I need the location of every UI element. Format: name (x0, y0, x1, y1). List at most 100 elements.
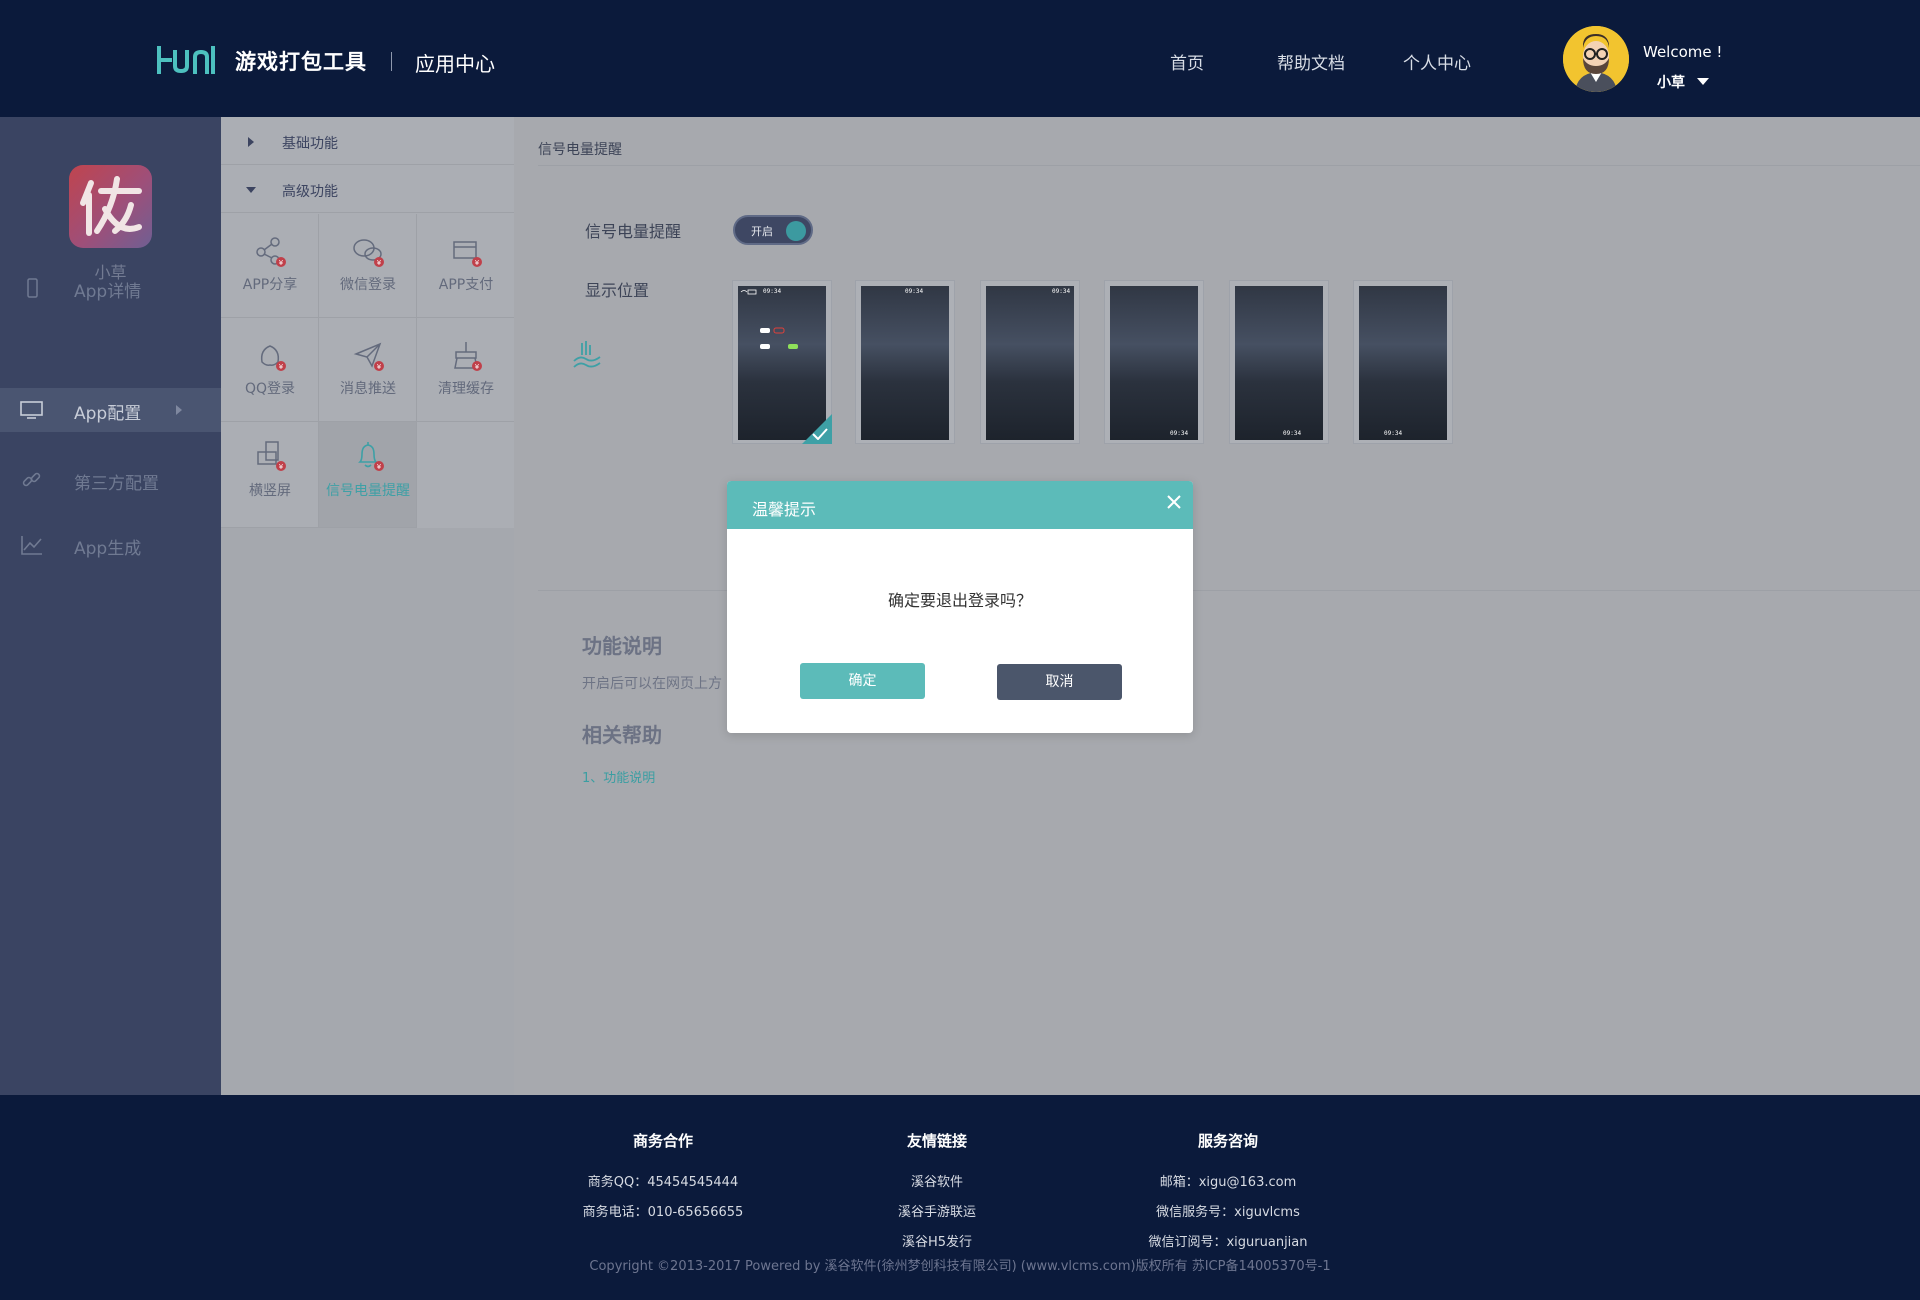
dialog-header: 温馨提示 (727, 481, 1193, 529)
feature-push[interactable]: ¥ 消息推送 (319, 318, 417, 422)
welcome-text: Welcome ! (1643, 43, 1723, 61)
sidebar-item-app-details[interactable]: App详情 (0, 266, 221, 310)
footer-heading: 友情链接 (906, 1132, 967, 1150)
send-icon: ¥ (353, 342, 384, 371)
avatar[interactable] (1563, 26, 1629, 92)
footer-heading: 服务咨询 (1197, 1132, 1258, 1150)
footer-text: 商务电话：010-65656655 (582, 1205, 744, 1220)
feature-label: 清理缓存 (438, 381, 494, 397)
footer-text: 微信订阅号：xiguruanjian (1148, 1235, 1308, 1250)
group-advanced[interactable]: 高级功能 (221, 165, 514, 213)
chevron-down-icon[interactable] (1697, 78, 1709, 85)
feature-app-pay[interactable]: ¥ APP支付 (417, 214, 515, 318)
feature-panel: 基础功能 高级功能 ¥ APP分享 ¥ 微信登录 ¥ APP支付 ¥ QQ登录 … (221, 117, 515, 1095)
wechat-icon: ¥ (353, 239, 384, 267)
feature-clear-cache[interactable]: ¥ 清理缓存 (417, 318, 515, 422)
footer-link[interactable]: 溪谷软件 (837, 1171, 1037, 1190)
phone-preview: 09:34 (1359, 286, 1447, 440)
feature-orientation[interactable]: ¥ 横竖屏 (221, 422, 319, 528)
svg-text:¥: ¥ (475, 363, 480, 371)
section-text-description: 开启后可以在网页上方 (582, 676, 722, 692)
rotate-screen-icon: ¥ (257, 441, 286, 471)
status-bar-icons (740, 289, 757, 295)
breadcrumb: 信号电量提醒 (538, 142, 622, 158)
footer-col-service: 服务咨询 邮箱：xigu@163.com 微信服务号：xiguvlcms 微信订… (1128, 1130, 1328, 1261)
feature-label: APP分享 (242, 277, 298, 293)
main-content: 信号电量提醒 信号电量提醒 开启 显示位置 09:34 09:34 09:34 … (514, 117, 1920, 1095)
chart-icon (21, 536, 42, 555)
app-icon (69, 165, 152, 248)
preview-time: 09:34 (1283, 430, 1302, 437)
sidebar-item-third-party[interactable]: 第三方配置 (0, 458, 221, 502)
footer-text: 微信服务号：xiguvlcms (1156, 1205, 1300, 1220)
logo-icon[interactable] (156, 46, 218, 74)
confirm-dialog: 温馨提示 确定要退出登录吗？ 确定 取消 (727, 481, 1193, 733)
position-option-bottom-left[interactable]: 09:34 (1104, 280, 1204, 444)
toggle-knob (786, 221, 806, 241)
hand-wave-icon (573, 341, 601, 368)
nav-personal-center[interactable]: 个人中心 (1403, 49, 1471, 74)
position-option-top-center[interactable]: 09:34 (855, 280, 955, 444)
position-label: 显示位置 (585, 281, 650, 300)
sidebar: 小草 App详情 App配置 第三方配置 App生成 (0, 117, 221, 1095)
preview-time: 09:34 (1170, 430, 1189, 437)
dialog-title: 温馨提示 (752, 500, 817, 519)
feature-qq-login[interactable]: ¥ QQ登录 (221, 318, 319, 422)
user-name[interactable]: 小草 (1657, 72, 1685, 92)
brand-title: 游戏打包工具 (235, 50, 367, 74)
feature-label: 信号电量提醒 (326, 483, 410, 499)
share-icon: ¥ (256, 237, 286, 267)
battery-indicators (760, 327, 798, 349)
feature-app-share[interactable]: ¥ APP分享 (221, 214, 319, 318)
svg-text:¥: ¥ (475, 259, 480, 267)
help-link[interactable]: 1、功能说明 (582, 767, 655, 786)
preview-time: 09:34 (905, 288, 924, 295)
sidebar-item-label: App生成 (74, 539, 142, 559)
position-option-bottom-center[interactable]: 09:34 (1229, 280, 1329, 444)
feature-label: 消息推送 (340, 381, 396, 397)
signal-battery-toggle[interactable]: 开启 (733, 215, 813, 245)
preview-time: 09:34 (1052, 288, 1071, 295)
section-title-help: 相关帮助 (582, 723, 662, 747)
svg-text:¥: ¥ (377, 259, 382, 267)
cancel-button[interactable]: 取消 (997, 664, 1122, 700)
group-basic[interactable]: 基础功能 (221, 117, 514, 165)
position-option-bottom-right[interactable]: 09:34 (1353, 280, 1453, 444)
footer-link[interactable]: 溪谷手游联运 (837, 1201, 1037, 1220)
divider (538, 165, 1920, 166)
footer-text: 商务QQ：45454545444 (587, 1175, 739, 1190)
chevron-right-icon (176, 405, 182, 415)
position-option-top-right[interactable]: 09:34 (980, 280, 1080, 444)
brand-subtitle: 应用中心 (415, 52, 495, 76)
phone-preview: 09:34 (738, 286, 826, 440)
footer-col-links: 友情链接 溪谷软件 溪谷手游联运 溪谷H5发行 (837, 1130, 1037, 1261)
confirm-button[interactable]: 确定 (800, 663, 925, 699)
phone-preview: 09:34 (986, 286, 1074, 440)
link-icon (22, 472, 41, 487)
sidebar-item-label: 第三方配置 (74, 474, 159, 494)
section-title-description: 功能说明 (582, 634, 662, 658)
sidebar-item-app-config[interactable]: App配置 (0, 388, 221, 432)
nav-help-docs[interactable]: 帮助文档 (1277, 49, 1345, 74)
phone-icon (27, 278, 38, 298)
phone-preview: 09:34 (1235, 286, 1323, 440)
footer-text: 邮箱：xigu@163.com (1159, 1175, 1297, 1190)
phone-preview: 09:34 (861, 286, 949, 440)
footer-col-business: 商务合作 商务QQ：45454545444 商务电话：010-65656655 (563, 1130, 763, 1231)
feature-label: QQ登录 (244, 381, 296, 397)
close-icon[interactable] (1165, 493, 1183, 511)
svg-text:¥: ¥ (279, 463, 284, 471)
svg-text:¥: ¥ (279, 259, 284, 267)
header: 游戏打包工具 应用中心 首页 帮助文档 个人中心 Welcome ! 小草 (0, 0, 1920, 117)
position-option-top-left[interactable]: 09:34 (732, 280, 832, 444)
check-icon (812, 428, 828, 440)
footer-link[interactable]: 溪谷H5发行 (837, 1231, 1037, 1250)
feature-label: 横竖屏 (249, 483, 291, 499)
preview-time: 09:34 (1384, 430, 1403, 437)
feature-wechat-login[interactable]: ¥ 微信登录 (319, 214, 417, 318)
copyright: Copyright ©2013-2017 Powered by 溪谷软件(徐州梦… (589, 1259, 1331, 1274)
sidebar-item-app-generate[interactable]: App生成 (0, 523, 221, 567)
feature-signal-battery[interactable]: ¥ 信号电量提醒 (319, 422, 417, 528)
nav-home[interactable]: 首页 (1170, 49, 1204, 74)
avatar-icon (1563, 26, 1629, 92)
